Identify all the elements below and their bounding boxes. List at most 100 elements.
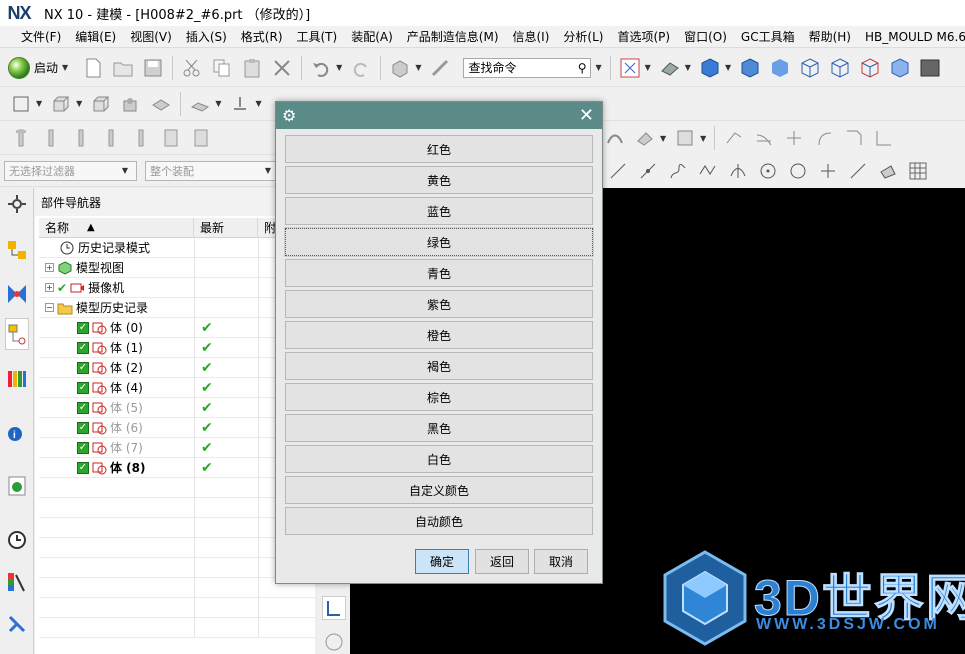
menu-window[interactable]: 窗口(O) (677, 28, 734, 45)
color-tan-button[interactable]: 褐色 (285, 352, 593, 380)
locator-icon[interactable] (188, 125, 214, 151)
menu-tools[interactable]: 工具(T) (290, 28, 345, 45)
color-red-button[interactable]: 红色 (285, 135, 593, 163)
info-icon[interactable]: i (5, 420, 29, 444)
chevron-down-icon[interactable]: ▼ (255, 99, 261, 108)
selection-filter-select[interactable]: 无选择过滤器 ▼ (4, 160, 137, 181)
pad-icon[interactable] (148, 91, 174, 117)
background-icon[interactable] (917, 55, 943, 81)
save-icon[interactable] (140, 55, 166, 81)
sketch-icon[interactable] (8, 91, 34, 117)
settings-gear-icon[interactable] (5, 192, 29, 216)
copy-icon[interactable] (209, 55, 235, 81)
color-cyan-button[interactable]: 青色 (285, 259, 593, 287)
offset-curve-icon[interactable] (721, 125, 747, 151)
tree-row-body[interactable]: ✓ 体 (7) ✔ (39, 438, 315, 458)
new-file-icon[interactable] (80, 55, 106, 81)
checkbox-checked[interactable]: ✓ (77, 401, 89, 414)
chevron-down-icon[interactable]: ▼ (595, 63, 601, 72)
timestamp-icon[interactable] (322, 630, 346, 654)
through-curves-icon[interactable] (632, 125, 658, 151)
checkbox-checked[interactable]: ✓ (77, 461, 89, 474)
menu-preferences[interactable]: 首选项(P) (610, 28, 677, 45)
menu-help[interactable]: 帮助(H) (802, 28, 858, 45)
sprue-icon[interactable] (98, 125, 124, 151)
web-browser-icon[interactable] (5, 474, 29, 498)
color-yellow-button[interactable]: 黄色 (285, 166, 593, 194)
checkbox-checked[interactable]: ✓ (77, 441, 89, 454)
chevron-down-icon[interactable]: ▼ (660, 134, 666, 143)
shaded-with-edges-icon[interactable] (737, 55, 763, 81)
checkbox-checked[interactable]: ✓ (77, 421, 89, 434)
menu-pmi[interactable]: 产品制造信息(M) (400, 28, 506, 45)
menu-analysis[interactable]: 分析(L) (556, 28, 610, 45)
bushing-icon[interactable] (158, 125, 184, 151)
chevron-down-icon[interactable]: ▼ (415, 63, 421, 72)
roles-icon[interactable] (5, 612, 29, 636)
tree-row-body[interactable]: ✓ 体 (6) ✔ (39, 418, 315, 438)
expand-icon[interactable]: + (45, 283, 54, 292)
menu-view[interactable]: 视图(V) (123, 28, 179, 45)
reuse-library-icon[interactable] (5, 366, 29, 390)
grid-icon[interactable] (905, 158, 931, 184)
quadrant-snap-icon[interactable] (785, 158, 811, 184)
checkbox-checked[interactable]: ✓ (77, 381, 89, 394)
repeat-command-icon[interactable] (387, 55, 413, 81)
checkbox-checked[interactable]: ✓ (77, 321, 89, 334)
column-latest-header[interactable]: 最新 (194, 218, 258, 237)
existing-point-snap-icon[interactable] (815, 158, 841, 184)
face-analysis-icon[interactable] (887, 55, 913, 81)
redo-icon[interactable] (348, 55, 374, 81)
studio-icon[interactable] (857, 55, 883, 81)
guide-pin-icon[interactable] (128, 125, 154, 151)
chevron-down-icon[interactable]: ▼ (685, 63, 691, 72)
gear-icon[interactable]: ⚙ (282, 107, 298, 124)
draft-icon[interactable] (672, 125, 698, 151)
chevron-down-icon[interactable]: ▼ (645, 63, 651, 72)
tree-row-body[interactable]: ✓ 体 (5) ✔ (39, 398, 315, 418)
arc-center-snap-icon[interactable] (755, 158, 781, 184)
menu-info[interactable]: 信息(I) (506, 28, 557, 45)
cancel-button[interactable]: 取消 (534, 549, 588, 574)
line-snap-icon[interactable] (605, 158, 631, 184)
assembly-navigator-icon[interactable] (5, 238, 29, 262)
chevron-down-icon[interactable]: ▼ (700, 134, 706, 143)
hole-icon[interactable] (88, 91, 114, 117)
assembly-scope-select[interactable]: 整个装配 ▼ (145, 160, 280, 181)
column-name-header[interactable]: 名称 ▲ (39, 218, 194, 237)
menu-gc-toolbox[interactable]: GC工具箱 (734, 28, 802, 45)
start-button[interactable]: 启动 ▼ (8, 56, 72, 79)
chamfer-curve-icon[interactable] (841, 125, 867, 151)
fit-view-icon[interactable] (617, 55, 643, 81)
chevron-down-icon[interactable]: ▼ (76, 99, 82, 108)
swept-icon[interactable] (602, 125, 628, 151)
tree-row-body[interactable]: ✓ 体 (2) ✔ (39, 358, 315, 378)
chevron-down-icon[interactable]: ▼ (215, 99, 221, 108)
hidden-wireframe-icon[interactable] (827, 55, 853, 81)
midpoint-snap-icon[interactable] (635, 158, 661, 184)
checkbox-checked[interactable]: ✓ (77, 361, 89, 374)
menu-file[interactable]: 文件(F) (14, 28, 68, 45)
extrude-icon[interactable] (48, 91, 74, 117)
tree-row-body[interactable]: ✓ 体 (1) ✔ (39, 338, 315, 358)
undo-icon[interactable] (308, 55, 334, 81)
sync-modeling-icon[interactable] (227, 91, 253, 117)
color-black-button[interactable]: 黑色 (285, 414, 593, 442)
tree-row-cameras[interactable]: + ✔ 摄像机 (39, 278, 315, 298)
tree-row-history-mode[interactable]: 历史记录模式 (39, 238, 315, 258)
checkbox-checked[interactable]: ✓ (77, 341, 89, 354)
color-orange-button[interactable]: 橙色 (285, 321, 593, 349)
render-style-icon[interactable] (657, 55, 683, 81)
point-on-face-snap-icon[interactable] (875, 158, 901, 184)
curve-snap-icon[interactable] (665, 158, 691, 184)
chevron-down-icon[interactable]: ▼ (336, 63, 342, 72)
screw-icon[interactable] (38, 125, 64, 151)
bolt-icon[interactable] (68, 125, 94, 151)
boss-icon[interactable] (118, 91, 144, 117)
visible-check-icon[interactable]: ✔ (57, 281, 67, 295)
color-green-button[interactable]: 绿色 (284, 227, 594, 257)
control-point-snap-icon[interactable] (695, 158, 721, 184)
unite-icon[interactable] (187, 91, 213, 117)
history-clock-icon[interactable] (5, 528, 29, 552)
fillet-curve-icon[interactable] (811, 125, 837, 151)
